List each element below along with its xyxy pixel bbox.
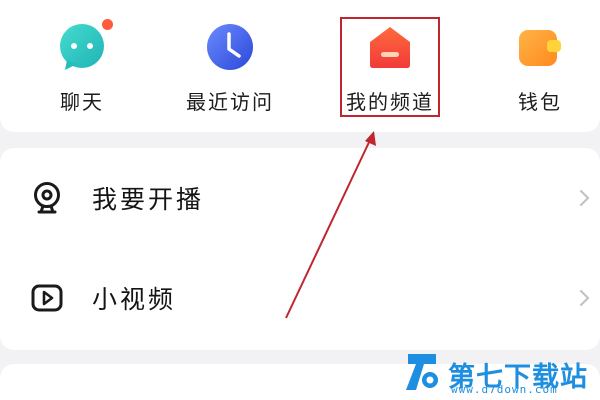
site-watermark: 第七下载站 www.d7down.com: [402, 350, 598, 398]
clock-icon: [205, 22, 255, 72]
quick-action-recent[interactable]: 最近访问: [170, 22, 290, 122]
video-play-icon: [30, 281, 64, 315]
menu-item-short-video[interactable]: 小视频: [0, 248, 600, 348]
chevron-right-icon: [578, 188, 592, 208]
menu-card: 我要开播 小视频: [0, 148, 600, 350]
webcam-icon: [30, 181, 64, 215]
quick-actions-card: 聊天 最近访问 我的频道 钱包: [0, 0, 600, 132]
quick-action-label: 钱包: [518, 90, 562, 114]
quick-action-chat[interactable]: 聊天: [22, 19, 142, 122]
watermark-logo-icon: [402, 350, 442, 398]
quick-action-label: 最近访问: [186, 90, 274, 114]
menu-item-label: 小视频: [92, 285, 177, 314]
watermark-url: www.d7down.com: [451, 383, 558, 396]
menu-item-go-live[interactable]: 我要开播: [0, 148, 600, 248]
menu-item-label: 我要开播: [92, 185, 205, 214]
annotation-highlight-box: [340, 17, 440, 117]
unread-badge: [102, 19, 113, 30]
chevron-right-icon: [578, 288, 592, 308]
wallet-icon: [515, 22, 565, 72]
chat-bubble-icon: [57, 19, 113, 72]
quick-action-label: 聊天: [60, 90, 104, 114]
quick-action-wallet[interactable]: 钱包: [480, 22, 600, 122]
